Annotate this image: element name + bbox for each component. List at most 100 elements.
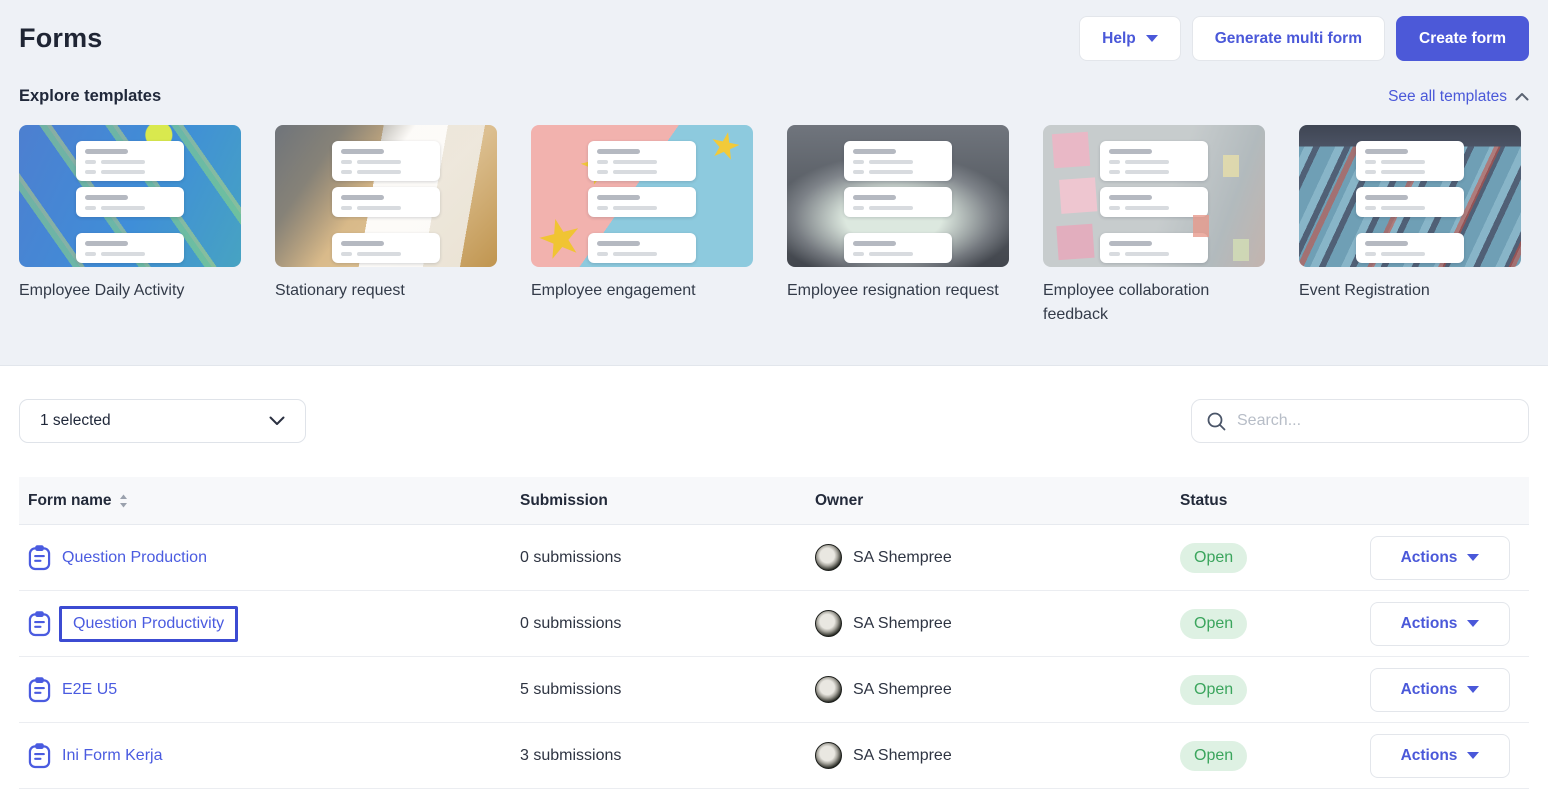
form-name-link[interactable]: Question Productivity [73, 615, 224, 633]
sort-icon[interactable] [119, 494, 128, 508]
form-preview-card [76, 141, 184, 181]
selection-dropdown-label: 1 selected [40, 412, 111, 430]
form-link-wrapper: Ini Form Kerja [62, 747, 162, 765]
search-box [1191, 399, 1529, 443]
page-title: Forms [19, 23, 103, 54]
form-name-cell: Question Production [19, 544, 520, 571]
chevron-down-icon [1467, 620, 1479, 627]
selection-dropdown[interactable]: 1 selected [19, 399, 306, 443]
actions-button[interactable]: Actions [1370, 734, 1510, 778]
column-header-form-name[interactable]: Form name [19, 492, 520, 510]
see-all-templates-link[interactable]: See all templates [1388, 88, 1529, 106]
owner-avatar [815, 676, 842, 703]
form-preview-card [76, 233, 184, 263]
actions-cell: Actions [1370, 734, 1530, 778]
forms-list-section: 1 selected Form name Submission Owner [0, 399, 1548, 789]
status-cell: Open [1180, 741, 1370, 771]
form-preview-card [1100, 233, 1208, 263]
list-toolbar: 1 selected [19, 399, 1529, 443]
status-badge: Open [1180, 609, 1247, 639]
form-link-wrapper: Question Production [62, 549, 207, 567]
form-preview-card [1100, 141, 1208, 181]
chevron-down-icon [1467, 752, 1479, 759]
help-button-label: Help [1102, 30, 1136, 48]
chevron-down-icon [1467, 686, 1479, 693]
form-link-wrapper: Question Productivity [59, 606, 238, 642]
actions-cell: Actions [1370, 536, 1530, 580]
template-label: Stationary request [275, 279, 489, 303]
template-card[interactable]: Employee Daily Activity [19, 125, 241, 327]
form-preview-card [332, 233, 440, 263]
owner-cell: SA Shempree [815, 610, 1180, 637]
create-form-button[interactable]: Create form [1396, 16, 1529, 61]
page-header: Forms Help Generate multi form Create fo… [19, 16, 1529, 61]
owner-name: SA Shempree [853, 615, 952, 633]
form-name-link[interactable]: Question Production [62, 549, 207, 567]
column-header-owner: Owner [815, 492, 1180, 510]
form-preview-card [1100, 187, 1208, 217]
actions-button[interactable]: Actions [1370, 536, 1510, 580]
table-row: E2E U5 5 submissions SA Shempree Open Ac… [19, 657, 1529, 723]
owner-cell: SA Shempree [815, 742, 1180, 769]
actions-button[interactable]: Actions [1370, 602, 1510, 646]
owner-name: SA Shempree [853, 747, 952, 765]
forms-table: Form name Submission Owner Status [19, 477, 1529, 789]
template-card[interactable]: Employee resignation request [787, 125, 1009, 327]
template-label: Employee Daily Activity [19, 279, 233, 303]
form-link-wrapper: E2E U5 [62, 681, 117, 699]
create-form-label: Create form [1419, 30, 1506, 48]
template-thumbnail [787, 125, 1009, 267]
explore-templates-row: Explore templates See all templates [19, 87, 1529, 106]
form-preview-card [588, 233, 696, 263]
generate-multi-form-button[interactable]: Generate multi form [1192, 16, 1385, 61]
actions-cell: Actions [1370, 602, 1530, 646]
actions-button-label: Actions [1401, 747, 1458, 765]
clipboard-icon [28, 544, 51, 571]
help-button[interactable]: Help [1079, 16, 1181, 61]
template-card[interactable]: Event Registration [1299, 125, 1521, 327]
owner-cell: SA Shempree [815, 676, 1180, 703]
see-all-templates-label: See all templates [1388, 88, 1507, 106]
actions-button-label: Actions [1401, 615, 1458, 633]
generate-multi-form-label: Generate multi form [1215, 30, 1362, 48]
form-preview-card [332, 187, 440, 217]
top-section: Forms Help Generate multi form Create fo… [0, 0, 1548, 366]
form-preview-card [332, 141, 440, 181]
form-name-link[interactable]: Ini Form Kerja [62, 747, 162, 765]
status-cell: Open [1180, 675, 1370, 705]
form-name-link[interactable]: E2E U5 [62, 681, 117, 699]
chevron-down-icon [1146, 35, 1158, 42]
template-card[interactable]: Stationary request [275, 125, 497, 327]
form-preview-card [1356, 141, 1464, 181]
submission-cell: 5 submissions [520, 681, 815, 699]
submission-cell: 0 submissions [520, 549, 815, 567]
owner-avatar [815, 544, 842, 571]
search-input[interactable] [1237, 412, 1514, 430]
status-cell: Open [1180, 543, 1370, 573]
actions-button[interactable]: Actions [1370, 668, 1510, 712]
table-row: Question Production 0 submissions SA She… [19, 525, 1529, 591]
form-preview-card [1356, 187, 1464, 217]
actions-button-label: Actions [1401, 549, 1458, 567]
chevron-down-icon [269, 416, 285, 426]
table-row: Ini Form Kerja 3 submissions SA Shempree… [19, 723, 1529, 789]
template-thumbnail [1043, 125, 1265, 267]
column-header-submission: Submission [520, 492, 815, 510]
template-thumbnail [19, 125, 241, 267]
template-label: Event Registration [1299, 279, 1513, 303]
template-cards-row: Employee Daily Activity [19, 125, 1529, 327]
form-preview-card [844, 233, 952, 263]
form-name-cell: Question Productivity [19, 606, 520, 642]
form-preview-card [588, 141, 696, 181]
form-preview-card [844, 187, 952, 217]
owner-cell: SA Shempree [815, 544, 1180, 571]
template-card[interactable]: Employee collaboration feedback [1043, 125, 1265, 327]
clipboard-icon [28, 610, 51, 637]
owner-name: SA Shempree [853, 549, 952, 567]
form-name-cell: Ini Form Kerja [19, 742, 520, 769]
form-preview-card [1356, 233, 1464, 263]
clipboard-icon [28, 676, 51, 703]
template-card[interactable]: Employee engagement [531, 125, 753, 327]
form-preview-card [588, 187, 696, 217]
table-body: Question Production 0 submissions SA She… [19, 525, 1529, 789]
